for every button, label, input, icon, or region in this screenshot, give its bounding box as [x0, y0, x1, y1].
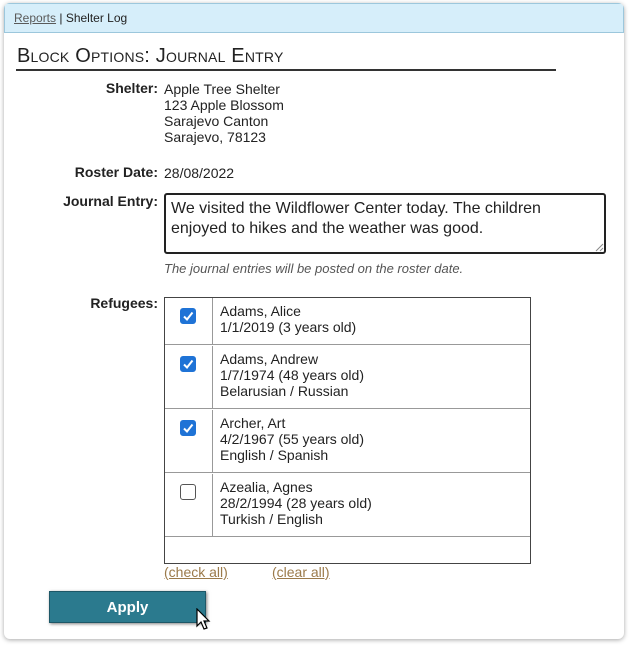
breadcrumb-separator: |	[56, 11, 66, 25]
checkmark-icon	[183, 311, 194, 322]
checkbox-cell	[165, 474, 213, 536]
refugee-dob: 1/7/1974 (48 years old)	[220, 367, 364, 383]
refugee-row: Adams, Alice 1/1/2019 (3 years old)	[165, 298, 530, 345]
refugee-info: Adams, Alice 1/1/2019 (3 years old)	[220, 303, 356, 335]
shelter-address: Apple Tree Shelter 123 Apple Blossom Sar…	[164, 81, 284, 145]
checkbox-cell	[165, 410, 213, 472]
refugee-checkbox[interactable]	[180, 356, 196, 372]
roster-date-value: 28/08/2022	[164, 165, 235, 181]
refugee-dob: 1/1/2019 (3 years old)	[220, 319, 357, 335]
shelter-label: Shelter:	[105, 80, 158, 96]
journal-entry-textarea[interactable]: We visited the Wildflower Center today. …	[164, 193, 606, 254]
shelter-line: Apple Tree Shelter	[164, 81, 280, 97]
refugee-languages: English / Spanish	[220, 447, 329, 463]
resize-grip-icon[interactable]	[594, 242, 604, 252]
checkmark-icon	[183, 423, 194, 434]
refugee-dob: 28/2/1994 (28 years old)	[220, 495, 372, 511]
refugee-row: Adams, Andrew 1/7/1974 (48 years old) Be…	[165, 346, 530, 409]
refugee-checkbox[interactable]	[180, 420, 196, 436]
refugees-table-empty-row	[165, 538, 530, 563]
breadcrumb-reports-link[interactable]: Reports	[14, 11, 56, 25]
refugee-checkbox[interactable]	[180, 484, 196, 500]
refugee-row: Azealia, Agnes 28/2/1994 (28 years old) …	[165, 474, 530, 537]
check-all-link[interactable]: (check all)	[164, 564, 228, 580]
checkmark-icon	[183, 359, 194, 370]
refugee-row: Archer, Art 4/2/1967 (55 years old) Engl…	[165, 410, 530, 473]
mouse-pointer-icon	[196, 608, 211, 630]
roster-date-label: Roster Date:	[74, 164, 158, 180]
apply-button[interactable]: Apply	[49, 591, 206, 623]
refugee-languages: Turkish / English	[220, 511, 323, 527]
page-title: Block Options: Journal Entry	[16, 41, 556, 71]
shelter-line: Sarajevo Canton	[164, 113, 269, 129]
shelter-line: 123 Apple Blossom	[164, 97, 284, 113]
checkbox-cell	[165, 346, 213, 408]
clear-all-link[interactable]: (clear all)	[272, 564, 330, 580]
refugee-name: Adams, Andrew	[220, 351, 319, 367]
journal-hint: The journal entries will be posted on th…	[164, 261, 464, 276]
shelter-line: Sarajevo, 78123	[164, 129, 266, 145]
refugee-info: Archer, Art 4/2/1967 (55 years old) Engl…	[220, 415, 364, 463]
refugees-label: Refugees:	[90, 295, 158, 311]
breadcrumb: Reports | Shelter Log	[4, 3, 624, 33]
checkbox-cell	[165, 298, 213, 344]
refugee-name: Adams, Alice	[220, 303, 301, 319]
refugee-info: Adams, Andrew 1/7/1974 (48 years old) Be…	[220, 351, 364, 399]
refugees-table: Adams, Alice 1/1/2019 (3 years old) Adam…	[164, 297, 531, 564]
dialog-panel: Reports | Shelter Log Block Options: Jou…	[4, 3, 624, 639]
refugee-dob: 4/2/1967 (55 years old)	[220, 431, 364, 447]
refugee-checkbox[interactable]	[180, 308, 196, 324]
refugee-languages: Belarusian / Russian	[220, 383, 349, 399]
refugee-name: Archer, Art	[220, 415, 286, 431]
refugee-info: Azealia, Agnes 28/2/1994 (28 years old) …	[220, 479, 372, 527]
journal-entry-label: Journal Entry:	[63, 193, 158, 209]
refugee-name: Azealia, Agnes	[220, 479, 313, 495]
breadcrumb-current: Shelter Log	[65, 11, 128, 25]
